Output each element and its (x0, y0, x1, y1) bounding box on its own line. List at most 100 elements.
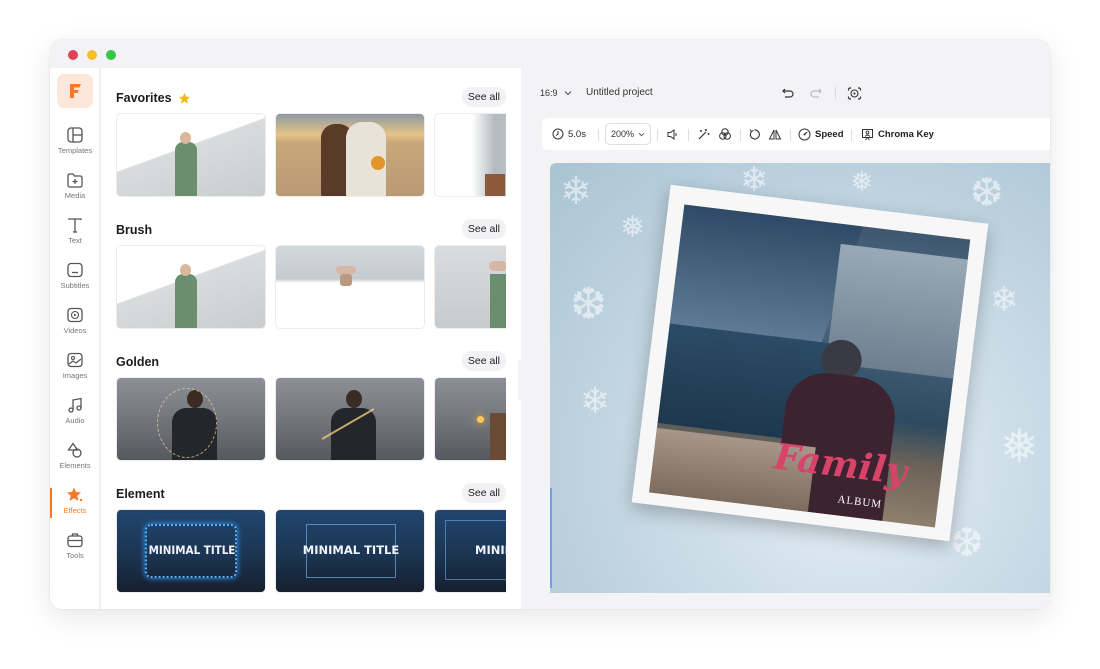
effect-thumbnail[interactable]: MINIM (434, 509, 506, 593)
section-title-text: Favorites (116, 91, 172, 105)
effect-thumbnail[interactable] (275, 377, 425, 461)
clip-toolbar: 5.0s 200% Speed Chroma Key (542, 118, 1050, 150)
thumbnail-row (116, 113, 506, 197)
sidebar-item-text[interactable]: Text (50, 216, 100, 256)
effect-thumbnail[interactable] (116, 245, 266, 329)
maximize-window-button[interactable] (106, 50, 116, 60)
see-all-button[interactable]: See all (461, 219, 506, 239)
sidebar-item-subtitles[interactable]: Subtitles (50, 261, 100, 301)
chroma-key-icon (862, 128, 873, 140)
app-logo[interactable] (57, 74, 93, 108)
sidebar-item-audio[interactable]: Audio (50, 396, 100, 436)
close-window-button[interactable] (68, 50, 78, 60)
sidebar-item-label: Videos (63, 326, 87, 335)
title-bar (50, 40, 1050, 68)
snowflake-decoration: ❄ (580, 380, 611, 421)
sidebar-item-videos[interactable]: Videos (50, 306, 100, 346)
effect-thumbnail[interactable] (275, 245, 425, 329)
preview-play-icon (847, 86, 861, 100)
effect-thumbnail[interactable] (116, 113, 266, 197)
minimize-window-button[interactable] (87, 50, 97, 60)
see-all-button[interactable]: See all (461, 351, 506, 371)
effect-thumbnail[interactable] (116, 377, 266, 461)
duration-value: 5.0s (568, 128, 586, 140)
filters-button[interactable] (718, 118, 732, 150)
sidebar-item-label: Media (64, 191, 86, 200)
sidebar-item-label: Templates (57, 146, 93, 155)
snowflake-decoration: ❆ (970, 171, 1004, 215)
duration-button[interactable]: 5.0s (552, 118, 586, 150)
speed-button[interactable]: Speed (798, 118, 844, 150)
zoom-value: 200% (611, 129, 635, 139)
sidebar-item-elements[interactable]: Elements (50, 441, 100, 481)
aspect-ratio-dropdown[interactable]: 16:9 (540, 88, 572, 98)
video-canvas[interactable]: ❄ ❅ ❆ ❄ ❅ ❆ ❄ ❅ ❄ ❆ Family ALBUM (550, 163, 1050, 593)
sidebar-item-label: Elements (59, 461, 91, 470)
album-photo: Family ALBUM (649, 204, 971, 528)
speed-gauge-icon (798, 128, 811, 140)
section-title: Favorites (116, 91, 191, 105)
divider (790, 129, 791, 141)
sidebar-item-label: Tools (66, 551, 84, 560)
chroma-key-button[interactable]: Chroma Key (861, 118, 934, 150)
effect-thumbnail[interactable] (434, 113, 506, 197)
effect-thumbnail[interactable] (434, 245, 506, 329)
templates-icon (67, 127, 83, 143)
filters-icon (719, 128, 731, 140)
videos-icon (67, 307, 83, 323)
sidebar-item-label: Text (68, 236, 82, 245)
divider (688, 129, 689, 141)
sidebar-item-tools[interactable]: Tools (50, 531, 100, 571)
section-title: Brush (116, 223, 152, 237)
chroma-key-label: Chroma Key (878, 128, 934, 140)
divider (598, 129, 599, 141)
elements-icon (67, 442, 82, 458)
playhead-indicator[interactable] (550, 488, 552, 588)
flip-icon (768, 129, 782, 139)
media-folder-icon (67, 173, 83, 188)
effect-thumbnail[interactable] (275, 113, 425, 197)
volume-button[interactable] (666, 118, 679, 150)
snowflake-decoration: ❅ (1000, 420, 1039, 472)
sidebar-item-label: Subtitles (60, 281, 90, 290)
divider (657, 129, 658, 141)
project-title[interactable]: Untitled project (586, 87, 653, 98)
sidebar-item-label: Images (62, 371, 88, 380)
sidebar-item-media[interactable]: Media (50, 171, 100, 211)
flip-button[interactable] (768, 118, 782, 150)
sidebar: Templates Media Text Subtitles Videos Im… (50, 68, 100, 609)
magic-wand-button[interactable] (697, 118, 710, 150)
star-icon (178, 92, 190, 104)
sidebar-item-templates[interactable]: Templates (50, 126, 100, 166)
snowflake-decoration: ❄ (560, 171, 592, 213)
snowflake-decoration: ❅ (850, 166, 874, 197)
photo-frame[interactable]: Family ALBUM (631, 184, 989, 542)
effect-thumbnail[interactable]: MINIMAL TITLE (116, 509, 266, 593)
logo-f-icon (70, 84, 81, 98)
element-title-text: MINIMAL TITLE (302, 543, 400, 557)
section-title: Element (116, 487, 165, 501)
see-all-button[interactable]: See all (461, 87, 506, 107)
effect-thumbnail[interactable]: MINIMAL TITLE (275, 509, 425, 593)
tools-icon (67, 533, 83, 548)
volume-icon (667, 128, 677, 140)
divider (851, 129, 852, 141)
effect-thumbnail[interactable] (434, 377, 506, 461)
text-icon (68, 218, 82, 233)
sidebar-item-images[interactable]: Images (50, 351, 100, 391)
undo-icon (782, 88, 794, 98)
redo-button[interactable] (808, 85, 824, 101)
zoom-dropdown[interactable]: 200% (605, 123, 651, 145)
sidebar-item-label: Effects (63, 506, 87, 515)
element-title-text: MINIMAL TITLE (148, 543, 236, 557)
effects-icon (67, 487, 83, 502)
sidebar-item-effects[interactable]: Effects (50, 486, 100, 526)
preview-button[interactable] (846, 85, 862, 101)
speed-label: Speed (815, 128, 844, 140)
see-all-button[interactable]: See all (461, 483, 506, 503)
rotate-button[interactable] (748, 118, 761, 150)
section-title-text: Brush (116, 223, 153, 237)
thumbnail-row: MINIMAL TITLE MINIMAL TITLE MINIM (116, 509, 506, 593)
undo-button[interactable] (780, 85, 796, 101)
section-title: Golden (116, 355, 159, 369)
